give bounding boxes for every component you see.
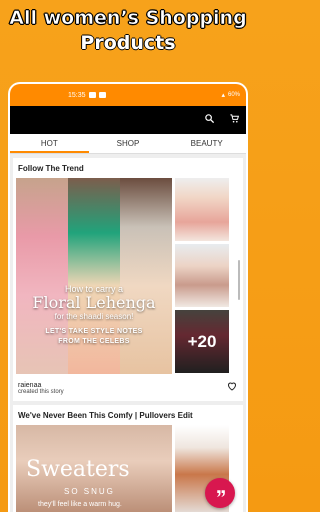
- heart-icon[interactable]: [226, 379, 238, 397]
- story-card[interactable]: Follow The Trend How to carry a Floral L…: [13, 158, 243, 401]
- battery-level: 60%: [227, 92, 240, 98]
- story-title: Follow The Trend: [18, 164, 84, 173]
- promo-line-1: All women’s Shopping: [9, 7, 247, 30]
- signal-icon: ▴: [221, 92, 225, 99]
- story-meta: raienaa created this story: [13, 374, 243, 401]
- story-subtitle: created this story: [18, 388, 64, 395]
- promo-line-2: Products: [80, 32, 176, 54]
- status-bar: 15:35 ▴ 60%: [10, 84, 246, 106]
- story-thumbnail[interactable]: +20: [175, 310, 229, 373]
- category-tabs: HOT SHOP BEAUTY: [10, 134, 246, 154]
- story-thumbnail[interactable]: [175, 244, 229, 307]
- app-toolbar: [10, 106, 246, 134]
- cover-line-2: Floral Lehenga: [32, 293, 156, 312]
- story-thumbnail[interactable]: [175, 178, 229, 241]
- tab-beauty[interactable]: BEAUTY: [167, 134, 246, 153]
- notification-icon: [98, 92, 106, 98]
- cover-text: How to carry a Floral Lehenga for the sh…: [16, 284, 172, 347]
- quote-icon: [216, 489, 225, 497]
- status-time: 15:35: [68, 91, 86, 99]
- story-cover-image[interactable]: How to carry a Floral Lehenga for the sh…: [16, 178, 172, 374]
- scrollbar[interactable]: [238, 260, 240, 300]
- story-thumbnails: +20: [175, 178, 229, 374]
- cover-line-3: they'll feel like a warm hug.: [38, 501, 122, 508]
- cover-line-4: LET'S TAKE STYLE NOTES: [45, 328, 143, 335]
- story-cover-image[interactable]: Sweaters SO SNUG they'll feel like a war…: [16, 425, 172, 512]
- promo-headline: All women’s Shopping Products: [0, 6, 256, 56]
- more-count: +20: [175, 310, 229, 373]
- create-story-button[interactable]: [205, 478, 235, 508]
- feed: Follow The Trend How to carry a Floral L…: [10, 154, 246, 512]
- cover-line-2: SO SNUG: [64, 487, 115, 496]
- search-icon[interactable]: [204, 111, 215, 129]
- phone-screen: 15:35 ▴ 60% HOT SHOP BEAUTY Follow The T…: [10, 84, 246, 512]
- tab-shop[interactable]: SHOP: [89, 134, 168, 153]
- story-title: We've Never Been This Comfy | Pullovers …: [18, 411, 193, 420]
- notification-icon: [88, 92, 96, 98]
- cover-line-5: FROM THE CELEBS: [58, 338, 130, 345]
- cover-line-3: for the shaadi season!: [54, 312, 134, 321]
- story-gallery: How to carry a Floral Lehenga for the sh…: [13, 178, 243, 374]
- story-author[interactable]: raienaa: [18, 382, 226, 389]
- tab-hot[interactable]: HOT: [10, 134, 89, 153]
- cover-line-1: Sweaters: [26, 457, 130, 482]
- cart-icon[interactable]: [229, 111, 240, 129]
